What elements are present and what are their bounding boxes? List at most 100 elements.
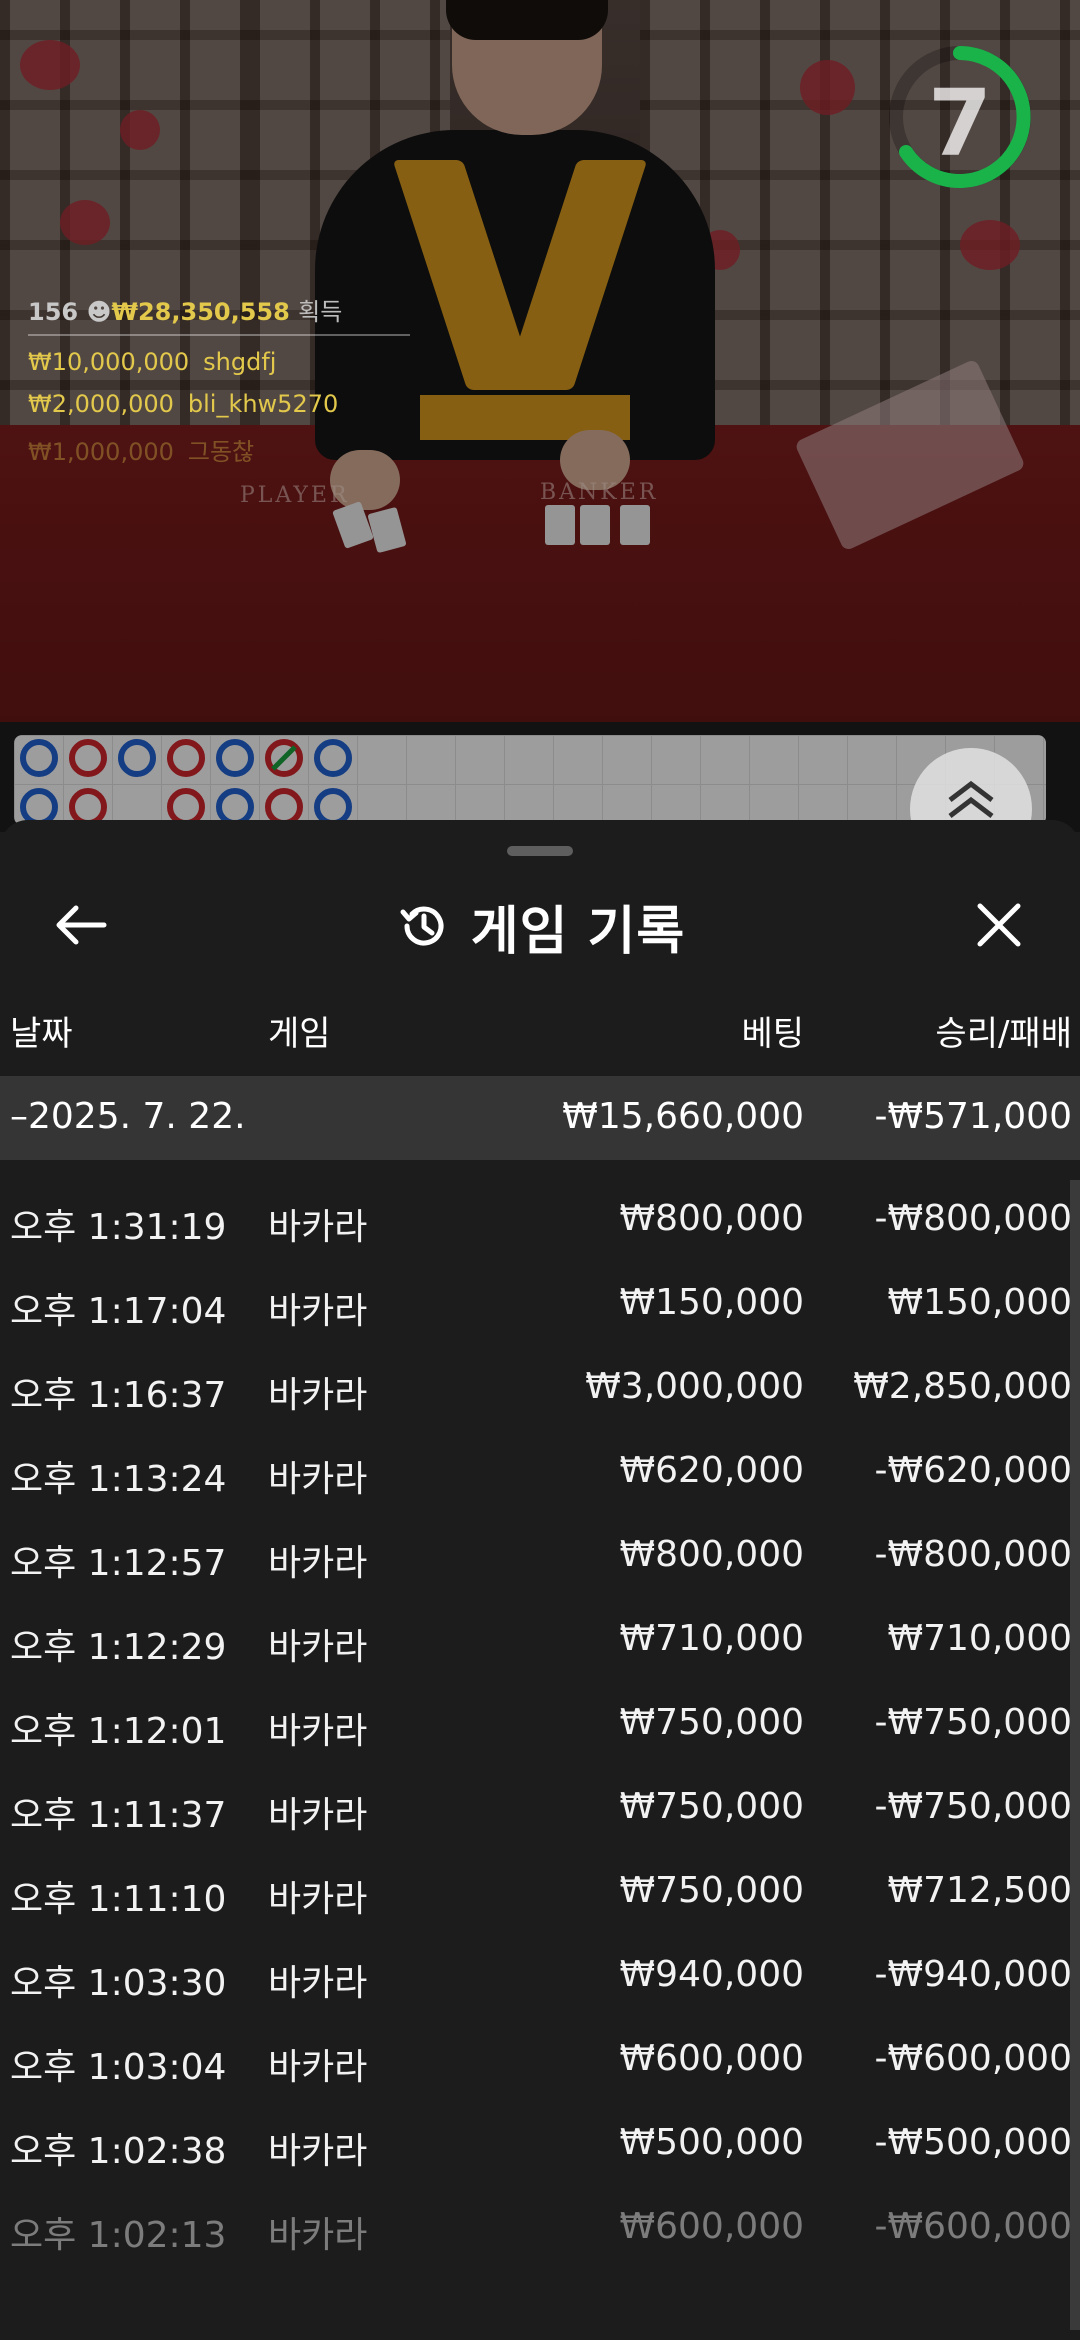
row-time: 오후 1:02:13 [10, 2215, 227, 2256]
winner-entry: ₩10,000,000 shgdfj [28, 348, 276, 376]
sheet-drag-handle[interactable] [507, 846, 573, 856]
summary-date: –2025. 7. 22. [10, 1096, 246, 1137]
close-button[interactable] [966, 892, 1032, 958]
row-result: ₩2,850,000 [853, 1366, 1072, 1407]
history-row[interactable]: 오후 1:12:01 바카라 ₩750,000 -₩750,000 [0, 1684, 1080, 1768]
history-row[interactable]: 오후 1:12:29 바카라 ₩710,000 ₩710,000 [0, 1600, 1080, 1684]
winner-entry: ₩1,000,000 그동찮 [28, 432, 254, 467]
winner-amount: ₩2,000,000 [28, 390, 174, 418]
history-row[interactable]: 오후 1:03:30 바카라 ₩940,000 -₩940,000 [0, 1936, 1080, 2020]
close-icon [977, 903, 1021, 947]
row-bet: ₩150,000 [619, 1282, 804, 1323]
history-row[interactable]: 오후 1:11:37 바카라 ₩750,000 -₩750,000 [0, 1768, 1080, 1852]
row-result: ₩710,000 [887, 1618, 1072, 1659]
sheet-header: 게임 기록 [0, 886, 1080, 966]
person-icon: ☻ [86, 298, 112, 326]
summary-result: -₩571,000 [874, 1096, 1072, 1137]
chevron-up-icon [948, 780, 994, 818]
row-bet: ₩3,000,000 [585, 1366, 804, 1407]
live-video: PLAYER BANKER 7 156 ☻₩28,350,558 획득 ₩10,… [0, 0, 1080, 722]
row-bet: ₩750,000 [619, 1786, 804, 1827]
row-game: 바카라 [268, 2215, 368, 2256]
winners-total: ₩28,350,558 [111, 298, 290, 326]
row-bet: ₩940,000 [619, 1954, 804, 1995]
winners-summary: 156 ☻₩28,350,558 획득 [28, 292, 342, 327]
history-row[interactable]: 오후 1:02:38 바카라 ₩500,000 -₩500,000 [0, 2104, 1080, 2188]
row-time: 오후 1:03:30 [10, 1963, 227, 2004]
column-game: 게임 [268, 1014, 331, 1054]
row-result: -₩800,000 [874, 1534, 1072, 1575]
row-bet: ₩600,000 [619, 2038, 804, 2079]
row-time: 오후 1:02:38 [10, 2131, 227, 2172]
winner-name: bli_khw5270 [187, 390, 339, 418]
winner-amount: ₩10,000,000 [28, 348, 190, 376]
row-time: 오후 1:03:04 [10, 2047, 227, 2088]
row-result: ₩150,000 [887, 1282, 1072, 1323]
row-game: 바카라 [268, 1459, 368, 1500]
winner-name: shgdfj [203, 348, 277, 376]
history-row[interactable]: 오후 1:11:10 바카라 ₩750,000 ₩712,500 [0, 1852, 1080, 1936]
column-headers: 날짜 게임 베팅 승리/패배 [0, 1006, 1080, 1056]
row-bet: ₩800,000 [619, 1198, 804, 1239]
history-row[interactable]: 오후 1:16:37 바카라 ₩3,000,000 ₩2,850,000 [0, 1348, 1080, 1432]
summary-bet: ₩15,660,000 [562, 1096, 804, 1137]
row-result: -₩750,000 [874, 1702, 1072, 1743]
row-game: 바카라 [268, 2047, 368, 2088]
row-result: -₩600,000 [874, 2206, 1072, 2247]
history-row[interactable]: 오후 1:31:19 바카라 ₩800,000 -₩800,000 [0, 1180, 1080, 1264]
row-bet: ₩750,000 [619, 1702, 804, 1743]
row-bet: ₩750,000 [619, 1870, 804, 1911]
row-bet: ₩620,000 [619, 1450, 804, 1491]
history-icon [400, 906, 444, 946]
row-game: 바카라 [268, 1627, 368, 1668]
row-time: 오후 1:11:10 [10, 1879, 227, 1920]
date-summary-row[interactable]: –2025. 7. 22. ₩15,660,000 -₩571,000 [0, 1076, 1080, 1160]
winner-name: 그동찮 [187, 438, 255, 466]
row-time: 오후 1:31:19 [10, 1207, 227, 1248]
row-game: 바카라 [268, 1879, 368, 1920]
history-row[interactable]: 오후 1:17:04 바카라 ₩150,000 ₩150,000 [0, 1264, 1080, 1348]
row-time: 오후 1:17:04 [10, 1291, 227, 1332]
row-game: 바카라 [268, 1795, 368, 1836]
winner-entry: ₩2,000,000 bli_khw5270 [28, 390, 338, 418]
column-date: 날짜 [10, 1014, 73, 1054]
row-game: 바카라 [268, 1207, 368, 1248]
row-time: 오후 1:16:37 [10, 1375, 227, 1416]
row-time: 오후 1:12:29 [10, 1627, 227, 1668]
winners-suffix: 획득 [298, 298, 343, 326]
row-time: 오후 1:13:24 [10, 1459, 227, 1500]
row-game: 바카라 [268, 1291, 368, 1332]
scrollbar[interactable] [1070, 1180, 1080, 2330]
row-game: 바카라 [268, 2131, 368, 2172]
winner-amount: ₩1,000,000 [28, 438, 174, 466]
winners-count: 156 [28, 298, 79, 326]
row-bet: ₩500,000 [619, 2122, 804, 2163]
row-bet: ₩710,000 [619, 1618, 804, 1659]
game-history-sheet: 게임 기록 날짜 게임 베팅 승리/패배 –2025. 7. 22. ₩15,6… [0, 820, 1080, 2340]
row-result: -₩500,000 [874, 2122, 1072, 2163]
winners-divider [28, 334, 410, 336]
countdown-timer-value: 7 [927, 70, 992, 177]
sheet-title: 게임 기록 [470, 901, 686, 962]
row-result: -₩940,000 [874, 1954, 1072, 1995]
history-row[interactable]: 오후 1:03:04 바카라 ₩600,000 -₩600,000 [0, 2020, 1080, 2104]
row-game: 바카라 [268, 1375, 368, 1416]
row-game: 바카라 [268, 1543, 368, 1584]
row-result: -₩800,000 [874, 1198, 1072, 1239]
row-bet: ₩600,000 [619, 2206, 804, 2247]
history-list: 오후 1:31:19 바카라 ₩800,000 -₩800,000 오후 1:17:04… [0, 1180, 1080, 2272]
row-time: 오후 1:12:01 [10, 1711, 227, 1752]
history-row[interactable]: 오후 1:02:13 바카라 ₩600,000 -₩600,000 [0, 2188, 1080, 2272]
row-time: 오후 1:12:57 [10, 1543, 227, 1584]
column-result: 승리/패배 [935, 1014, 1072, 1054]
row-result: ₩712,500 [887, 1870, 1072, 1911]
history-row[interactable]: 오후 1:13:24 바카라 ₩620,000 -₩620,000 [0, 1432, 1080, 1516]
row-game: 바카라 [268, 1711, 368, 1752]
row-game: 바카라 [268, 1963, 368, 2004]
row-bet: ₩800,000 [619, 1534, 804, 1575]
history-row[interactable]: 오후 1:12:57 바카라 ₩800,000 -₩800,000 [0, 1516, 1080, 1600]
column-bet: 베팅 [741, 1014, 804, 1054]
row-time: 오후 1:11:37 [10, 1795, 227, 1836]
row-result: -₩600,000 [874, 2038, 1072, 2079]
row-result: -₩620,000 [874, 1450, 1072, 1491]
